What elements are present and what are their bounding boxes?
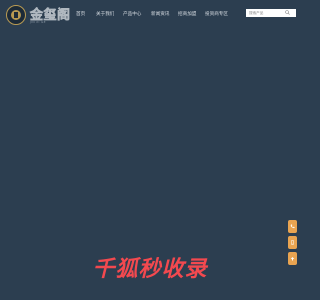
nav-item-home[interactable]: 首页	[76, 12, 85, 18]
logo-emblem-icon	[6, 5, 26, 25]
mobile-button[interactable]	[288, 236, 297, 249]
logo-subtext: JIN XI GE	[30, 20, 46, 24]
page: 金玺阁 JIN XI GE 首页 关于我们 产品中心 新闻资讯 招商加盟 投资商…	[0, 0, 300, 300]
nav-item-about[interactable]: 关于我们	[96, 12, 114, 18]
phone-button[interactable]	[288, 220, 297, 233]
header: 金玺阁 JIN XI GE 首页 关于我们 产品中心 新闻资讯 招商加盟 投资商…	[0, 0, 300, 32]
nav-item-news[interactable]: 新闻资讯	[151, 12, 169, 18]
watermark-text: 千狐秒收录	[92, 257, 208, 282]
nav-item-franchise[interactable]: 招商加盟	[178, 12, 196, 18]
search-icon[interactable]	[285, 10, 290, 15]
nav-item-products[interactable]: 产品中心	[123, 12, 141, 18]
nav-item-investors[interactable]: 投资商专区	[205, 12, 228, 18]
mobile-icon	[291, 240, 294, 245]
phone-icon	[290, 224, 295, 229]
